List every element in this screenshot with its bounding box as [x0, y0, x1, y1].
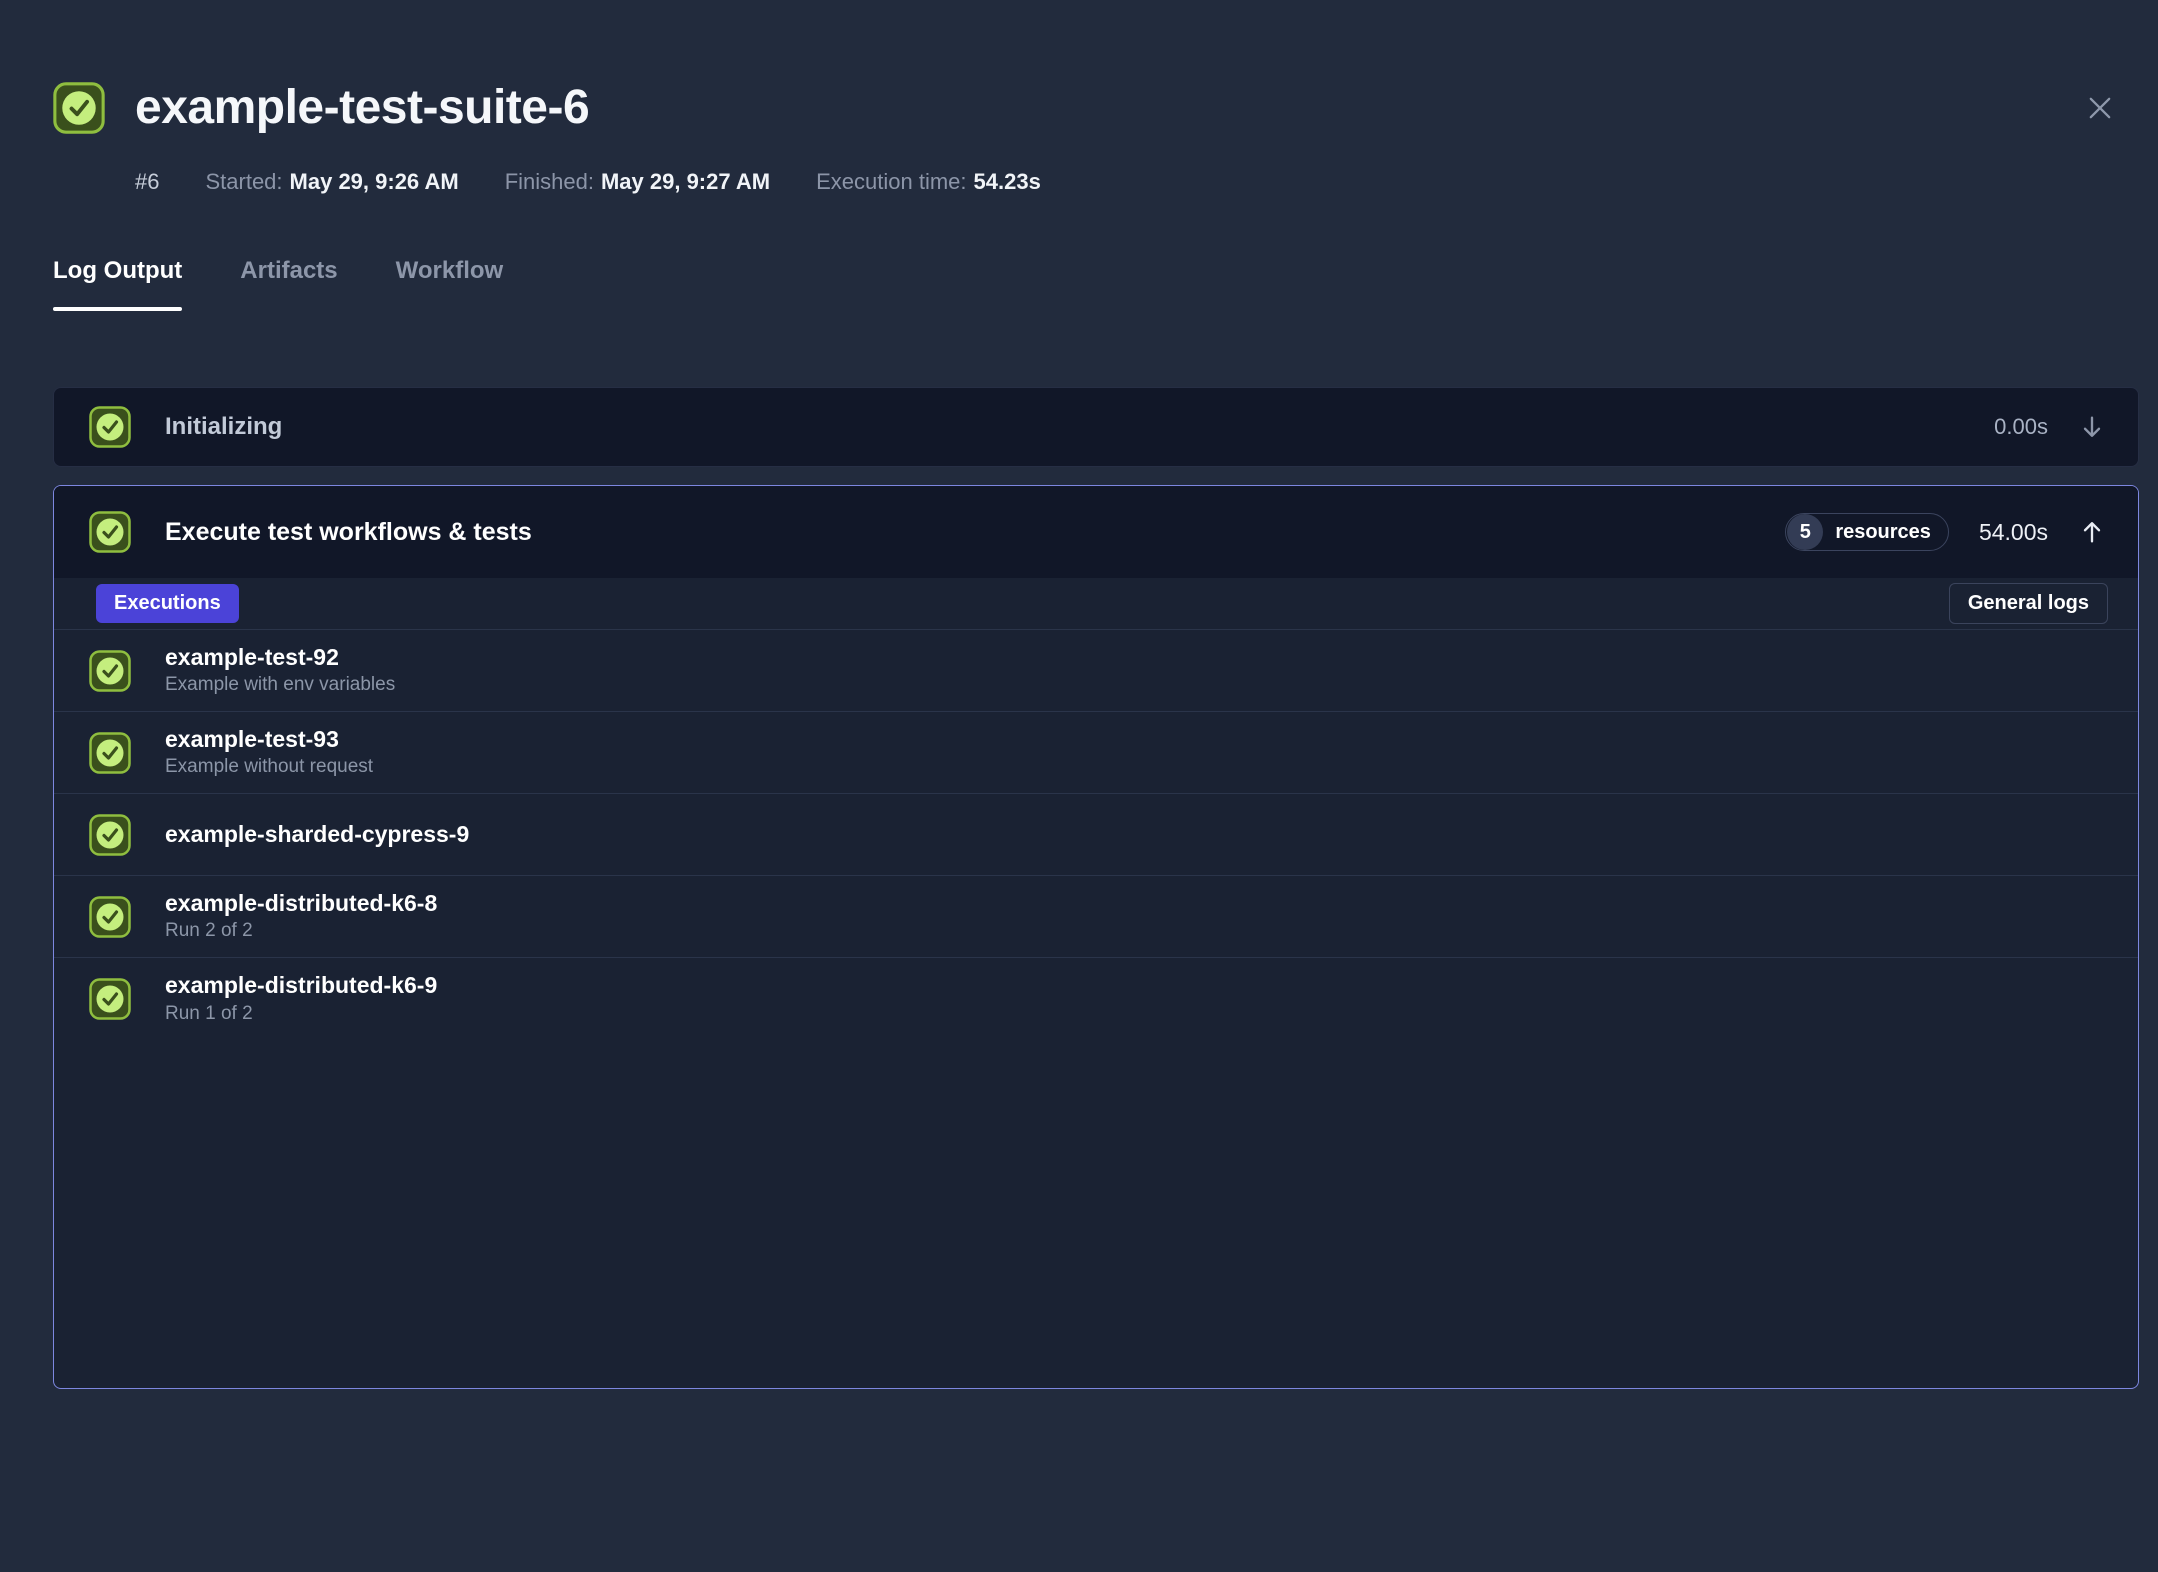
- execution-name: example-distributed-k6-8: [165, 890, 437, 918]
- page-title: example-test-suite-6: [135, 80, 589, 135]
- execution-name: example-distributed-k6-9: [165, 972, 437, 1000]
- close-icon[interactable]: [2080, 88, 2120, 128]
- execution-text: example-distributed-k6-8Run 2 of 2: [165, 890, 437, 943]
- execution-name: example-sharded-cypress-9: [165, 821, 469, 849]
- execution-row[interactable]: example-test-92Example with env variable…: [54, 630, 2138, 712]
- tab-workflow[interactable]: Workflow: [396, 257, 504, 311]
- success-status-icon: [89, 650, 131, 692]
- execution-text: example-test-93Example without request: [165, 726, 373, 779]
- resources-label: resources: [1835, 521, 1931, 544]
- resources-badge: 5 resources: [1785, 513, 1949, 551]
- execution-details-modal: example-test-suite-6 #6 Started: May 29, …: [0, 0, 2158, 1572]
- started-value: May 29, 9:26 AM: [290, 169, 459, 194]
- execution-time-value: 54.23s: [974, 169, 1041, 194]
- execution-row[interactable]: example-distributed-k6-8Run 2 of 2: [54, 876, 2138, 958]
- chevron-down-icon[interactable]: [2078, 413, 2106, 441]
- section-duration: 0.00s: [1994, 414, 2048, 440]
- tab-artifacts[interactable]: Artifacts: [240, 257, 337, 311]
- execution-row[interactable]: example-distributed-k6-9 Run 1 of 2: [54, 958, 2138, 1040]
- execution-name: example-test-92: [165, 644, 395, 672]
- finished-at: Finished: May 29, 9:27 AM: [505, 169, 770, 195]
- execution-row[interactable]: example-sharded-cypress-9: [54, 794, 2138, 876]
- execution-text: example-test-92Example with env variable…: [165, 644, 395, 697]
- execution-time-label: Execution time:: [816, 169, 966, 194]
- tabs: Log Output Artifacts Workflow: [53, 257, 2158, 311]
- success-status-icon: [89, 978, 131, 1020]
- section-title: Initializing: [165, 413, 282, 441]
- resources-count: 5: [1787, 514, 1823, 550]
- execution-description: Example with env variables: [165, 674, 395, 697]
- execution-time: Execution time: 54.23s: [816, 169, 1041, 195]
- modal-header: example-test-suite-6: [53, 80, 2158, 135]
- started-at: Started: May 29, 9:26 AM: [205, 169, 458, 195]
- execution-description: Example without request: [165, 756, 373, 779]
- success-status-icon: [89, 814, 131, 856]
- section-execute-tests: Execute test workflows & tests 5 resourc…: [53, 485, 2139, 1389]
- success-status-icon: [89, 732, 131, 774]
- success-status-icon: [89, 511, 131, 553]
- execution-text: example-distributed-k6-9 Run 1 of 2: [165, 972, 437, 1025]
- section-execute-tests-header[interactable]: Execute test workflows & tests 5 resourc…: [54, 486, 2138, 578]
- executions-button[interactable]: Executions: [96, 584, 239, 623]
- finished-value: May 29, 9:27 AM: [601, 169, 770, 194]
- success-status-icon: [89, 406, 131, 448]
- run-number: #6: [135, 169, 159, 195]
- success-status-icon: [53, 82, 105, 134]
- execution-name: example-test-93: [165, 726, 373, 754]
- finished-label: Finished:: [505, 169, 594, 194]
- success-status-icon: [89, 896, 131, 938]
- chevron-up-icon[interactable]: [2078, 518, 2106, 546]
- tab-log-output[interactable]: Log Output: [53, 257, 182, 311]
- execution-meta: #6 Started: May 29, 9:26 AM Finished: May …: [135, 169, 2158, 195]
- execution-description: Run 2 of 2: [165, 920, 437, 943]
- log-output-panel: Initializing 0.00s Execute test wo: [53, 387, 2158, 1389]
- execution-description: Run 1 of 2: [165, 1003, 437, 1026]
- execution-row[interactable]: example-test-93Example without request: [54, 712, 2138, 794]
- started-label: Started:: [205, 169, 282, 194]
- section-initializing[interactable]: Initializing 0.00s: [53, 387, 2139, 467]
- execution-list: example-test-92Example with env variable…: [54, 630, 2138, 1388]
- executions-toolbar: Executions General logs: [54, 578, 2138, 630]
- section-duration: 54.00s: [1979, 519, 2048, 546]
- execution-text: example-sharded-cypress-9: [165, 821, 469, 849]
- section-title: Execute test workflows & tests: [165, 518, 532, 547]
- general-logs-button[interactable]: General logs: [1949, 583, 2108, 624]
